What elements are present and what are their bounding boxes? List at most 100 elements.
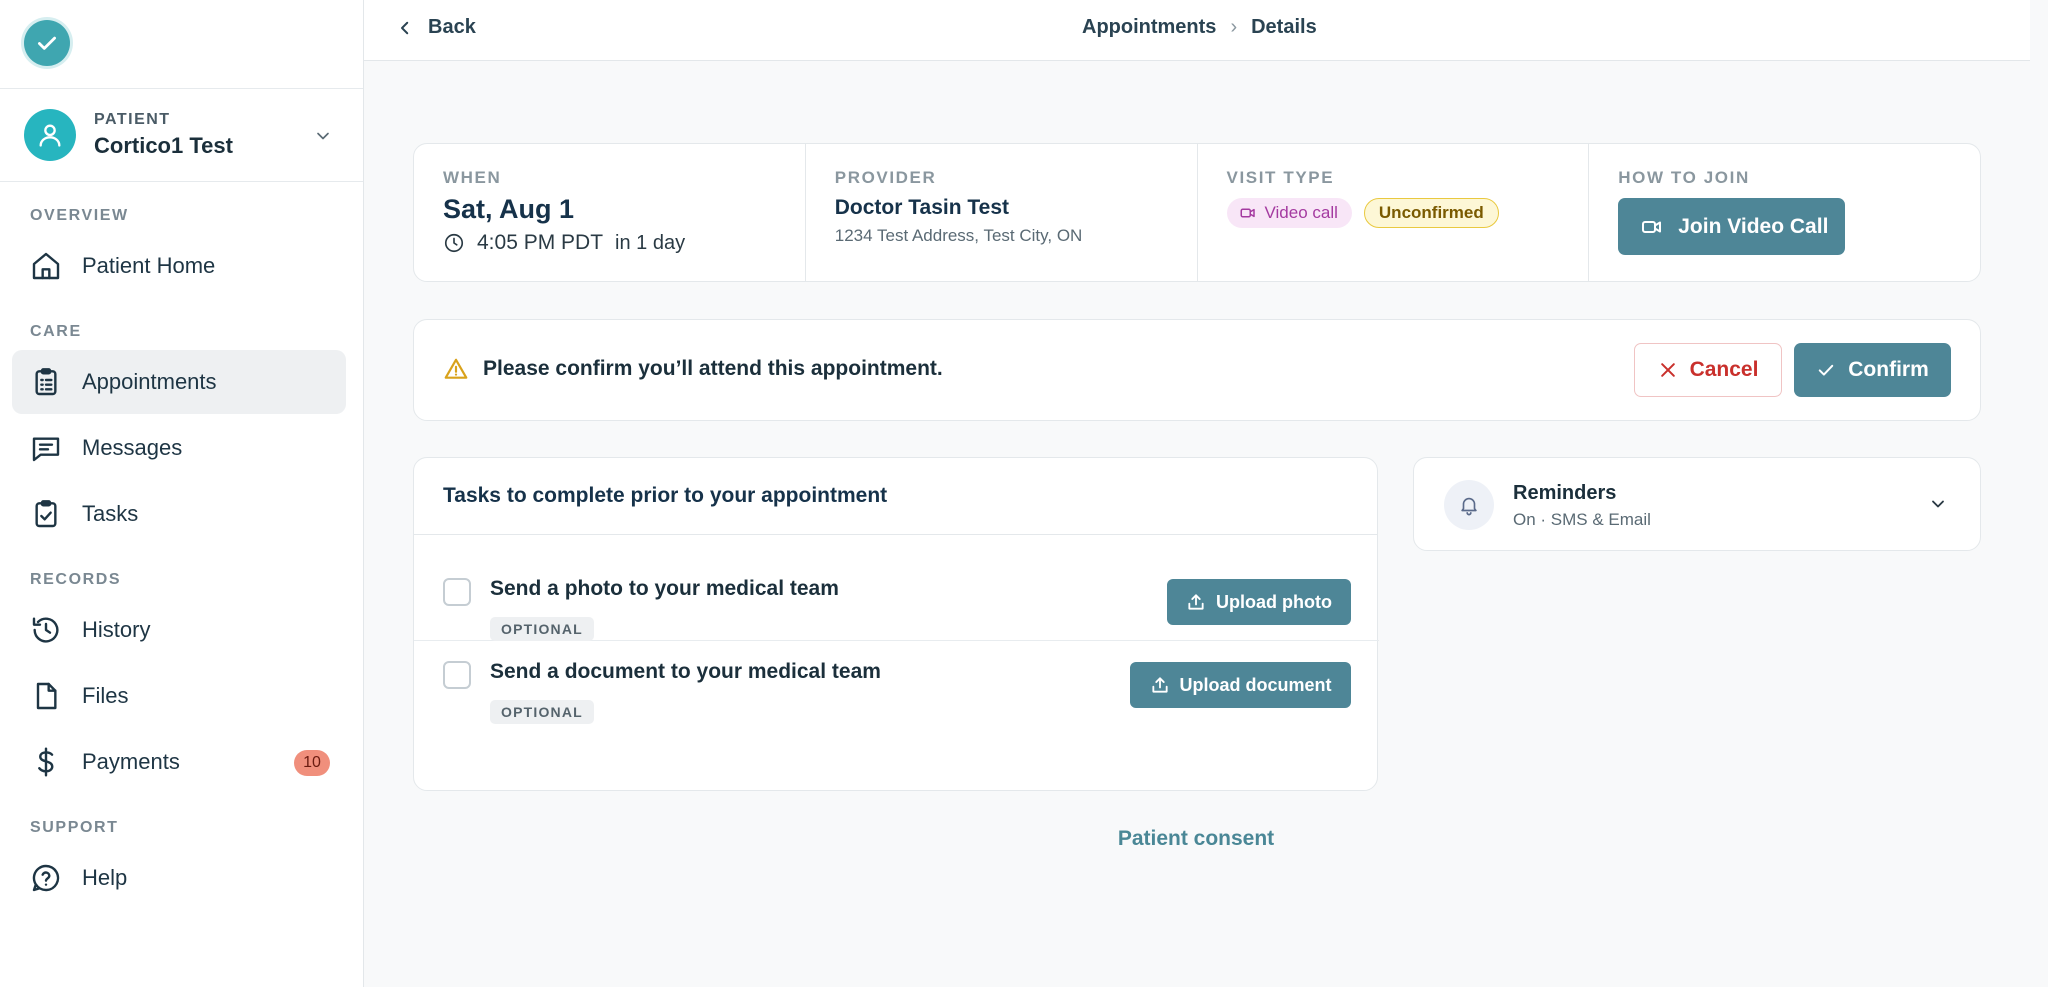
attendance-confirmation-card: Please confirm you’ll attend this appoin… bbox=[413, 319, 1981, 421]
appointment-date: Sat, Aug 1 bbox=[443, 194, 575, 224]
section-label-support: SUPPORT bbox=[30, 819, 119, 836]
list-item: Send a document to your medical team OPT… bbox=[414, 641, 1379, 747]
upload-document-label: Upload document bbox=[1179, 674, 1332, 695]
cancel-label: Cancel bbox=[1689, 358, 1759, 381]
upload-icon bbox=[1188, 594, 1204, 610]
reminders-subtitle: On · SMS & Email bbox=[1513, 510, 1651, 529]
patient-caption: PATIENT bbox=[94, 111, 171, 128]
sidebar-item-messages[interactable]: Messages bbox=[12, 416, 346, 480]
upload-document-button[interactable]: Upload document bbox=[1130, 662, 1351, 708]
confirm-button[interactable]: Confirm bbox=[1794, 343, 1951, 397]
visit-type-badge: Video call bbox=[1226, 198, 1352, 228]
home-icon bbox=[32, 252, 60, 280]
dollar-icon bbox=[38, 747, 54, 777]
upload-photo-label: Upload photo bbox=[1216, 591, 1332, 612]
back-label: Back bbox=[428, 16, 476, 38]
sidebar-item-appointments[interactable]: Appointments bbox=[12, 350, 346, 414]
when-caption: WHEN bbox=[443, 168, 502, 187]
breadcrumb-item-details: Details bbox=[1251, 16, 1317, 38]
sidebar-item-label: Appointments bbox=[82, 369, 217, 394]
check-icon bbox=[1819, 364, 1834, 376]
top-bar: Back Appointments › Details bbox=[364, 0, 2030, 61]
appointment-relative-time: in 1 day bbox=[615, 231, 686, 254]
how-to-join-column: HOW TO JOIN Join Video Call bbox=[1589, 144, 1980, 281]
join-video-call-button[interactable]: Join Video Call bbox=[1618, 198, 1846, 255]
tasks-title: Tasks to complete prior to your appointm… bbox=[414, 458, 1377, 535]
task-checkbox[interactable] bbox=[443, 578, 471, 606]
confirm-label: Confirm bbox=[1848, 358, 1929, 381]
breadcrumb-separator-icon: › bbox=[1230, 16, 1238, 38]
breadcrumb: Appointments › Details bbox=[1082, 16, 1317, 39]
patient-name: Cortico1 Test bbox=[94, 133, 233, 158]
chevron-down-icon[interactable] bbox=[1928, 494, 1948, 514]
provider-caption: PROVIDER bbox=[834, 168, 937, 187]
appointment-time: 4:05 PM PDT bbox=[477, 231, 604, 254]
sidebar-item-history[interactable]: History bbox=[12, 598, 346, 662]
task-checkbox[interactable] bbox=[443, 661, 471, 689]
sidebar-item-help[interactable]: Help bbox=[12, 846, 346, 910]
sidebar-item-files[interactable]: Files bbox=[12, 664, 346, 728]
sidebar: PATIENT Cortico1 Test OVERVIEW Patient H… bbox=[0, 0, 364, 987]
history-icon bbox=[32, 617, 59, 643]
clipboard-check-icon bbox=[35, 500, 57, 528]
patient-consent-link[interactable]: Patient consent bbox=[1096, 827, 1296, 851]
section-label-care: CARE bbox=[30, 323, 82, 340]
bell-icon bbox=[1461, 497, 1477, 516]
task-title: Send a photo to your medical team bbox=[490, 577, 839, 600]
cancel-button[interactable]: Cancel bbox=[1634, 343, 1782, 397]
bell-icon-container bbox=[1444, 480, 1494, 530]
warning-icon bbox=[444, 358, 468, 379]
reminders-title: Reminders bbox=[1513, 482, 1617, 504]
when-column: WHEN Sat, Aug 1 4:05 PM PDT in 1 day bbox=[414, 144, 806, 281]
confirmation-message: Please confirm you’ll attend this appoin… bbox=[483, 357, 943, 380]
avatar bbox=[24, 109, 76, 161]
sidebar-item-label: Tasks bbox=[82, 501, 139, 526]
visit-type-column: VISIT TYPE Video call Unconfirmed bbox=[1198, 144, 1590, 281]
task-title: Send a document to your medical team bbox=[490, 660, 881, 683]
visit-type-caption: VISIT TYPE bbox=[1226, 168, 1335, 187]
sidebar-item-payments[interactable]: Payments 10 bbox=[12, 730, 346, 794]
app-logo[interactable] bbox=[24, 20, 70, 66]
upload-photo-button[interactable]: Upload photo bbox=[1167, 579, 1351, 625]
chevron-left-icon bbox=[401, 21, 409, 34]
help-icon bbox=[32, 864, 60, 892]
list-item: Send a photo to your medical team OPTION… bbox=[414, 535, 1379, 641]
check-icon bbox=[38, 36, 56, 50]
how-to-join-caption: HOW TO JOIN bbox=[1618, 168, 1750, 187]
appointment-summary-card: WHEN Sat, Aug 1 4:05 PM PDT in 1 day PRO… bbox=[413, 143, 1981, 282]
status-badge: Unconfirmed bbox=[1363, 198, 1499, 228]
payments-count-badge: 10 bbox=[294, 750, 330, 776]
message-icon bbox=[32, 437, 60, 462]
sidebar-item-label: Help bbox=[82, 865, 128, 890]
sidebar-item-label: Messages bbox=[82, 435, 183, 460]
reminders-card[interactable]: Reminders On · SMS & Email bbox=[1413, 457, 1981, 551]
sidebar-item-label: Files bbox=[82, 683, 129, 708]
provider-address: 1234 Test Address, Test City, ON bbox=[834, 226, 1083, 245]
breadcrumb-item-appointments[interactable]: Appointments bbox=[1082, 16, 1216, 39]
clipboard-icon bbox=[35, 368, 57, 396]
sidebar-item-patient-home[interactable]: Patient Home bbox=[12, 234, 346, 298]
section-label-records: RECORDS bbox=[30, 571, 122, 588]
optional-badge: OPTIONAL bbox=[490, 617, 594, 641]
user-icon bbox=[39, 124, 61, 147]
provider-column: PROVIDER Doctor Tasin Test 1234 Test Add… bbox=[806, 144, 1198, 281]
sidebar-item-label: History bbox=[82, 617, 151, 642]
clock-icon bbox=[444, 233, 464, 253]
file-icon bbox=[36, 682, 57, 710]
close-icon bbox=[1660, 363, 1675, 377]
tasks-card: Tasks to complete prior to your appointm… bbox=[413, 457, 1379, 791]
sidebar-item-label: Patient Home bbox=[82, 253, 216, 278]
chevron-down-icon[interactable] bbox=[313, 126, 333, 146]
join-video-call-label: Join Video Call bbox=[1678, 214, 1829, 238]
provider-name: Doctor Tasin Test bbox=[834, 196, 1009, 219]
upload-icon bbox=[1151, 677, 1168, 693]
video-icon bbox=[1642, 220, 1662, 233]
sidebar-item-label: Payments bbox=[82, 749, 180, 774]
video-icon bbox=[1240, 208, 1255, 218]
section-label-overview: OVERVIEW bbox=[30, 207, 129, 224]
visit-type-label: Video call bbox=[1264, 203, 1338, 222]
optional-badge: OPTIONAL bbox=[490, 700, 594, 724]
back-button[interactable]: Back bbox=[396, 16, 476, 39]
sidebar-item-tasks[interactable]: Tasks bbox=[12, 482, 346, 546]
patient-switcher[interactable]: PATIENT Cortico1 Test bbox=[0, 88, 363, 182]
